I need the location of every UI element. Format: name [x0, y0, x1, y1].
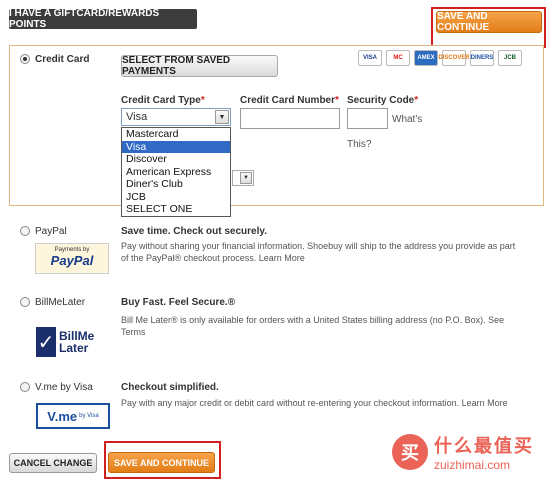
vme-description: Pay with any major credit or debit card …	[121, 398, 508, 408]
checkmark-icon: ✓	[36, 327, 56, 357]
expiration-select[interactable]: ▼	[232, 170, 254, 186]
card-number-label: Credit Card Number*	[240, 95, 339, 106]
mastercard-icon: MC	[386, 50, 410, 66]
vme-logo: V.me by Visa	[36, 403, 110, 429]
billmelater-description: Bill Me Later® is only available for ord…	[121, 315, 505, 337]
security-code-label: Security Code*	[347, 95, 419, 106]
security-code-input[interactable]	[347, 108, 388, 129]
dropdown-option[interactable]: Diner's Club	[122, 178, 230, 191]
watermark: 买 什么最值买 zuizhimai.com	[392, 432, 534, 472]
credit-card-label: Credit Card	[35, 54, 90, 65]
billmelater-logo: ✓ BillMe Later	[36, 322, 102, 362]
card-type-select[interactable]: Visa ▼	[121, 108, 231, 126]
watermark-badge-icon: 买	[392, 434, 428, 470]
paypal-logo: Payments by PayPal	[35, 243, 109, 274]
credit-card-radio[interactable]	[20, 54, 30, 64]
dropdown-option[interactable]: SELECT ONE	[122, 203, 230, 216]
dropdown-option-selected[interactable]: Visa	[122, 140, 230, 153]
card-type-value: Visa	[126, 111, 148, 123]
billmelater-label: BillMeLater	[35, 297, 86, 308]
vme-radio[interactable]	[20, 382, 30, 392]
diners-club-icon: DINERS	[470, 50, 494, 66]
select-saved-payments-button[interactable]: SELECT FROM SAVED PAYMENTS	[121, 55, 278, 77]
visa-icon: VISA	[358, 50, 382, 66]
dropdown-option[interactable]: Discover	[122, 153, 230, 166]
cancel-change-button[interactable]: CANCEL CHANGE	[9, 453, 97, 473]
chevron-down-icon[interactable]: ▼	[240, 172, 252, 184]
whats-this-link-2[interactable]: This?	[347, 139, 371, 150]
save-and-continue-button-bottom[interactable]: SAVE AND CONTINUE	[108, 452, 215, 473]
paypal-title: Save time. Check out securely.	[121, 226, 267, 237]
whats-this-link[interactable]: What's	[392, 114, 422, 125]
dropdown-option[interactable]: JCB	[122, 191, 230, 204]
amex-icon: AMEX	[414, 50, 438, 66]
giftcard-rewards-button[interactable]: I HAVE A GIFTCARD/REWARDS POINTS	[9, 8, 197, 30]
vme-logo-sub: by Visa	[79, 413, 99, 419]
dropdown-option[interactable]: Mastercard	[122, 128, 230, 141]
watermark-cn: 什么最值买	[434, 436, 534, 456]
billmelater-radio[interactable]	[20, 297, 30, 307]
chevron-down-icon[interactable]: ▼	[215, 110, 229, 124]
vme-logo-text: V.me	[47, 408, 78, 424]
jcb-icon: JCB	[498, 50, 522, 66]
billmelater-title: Buy Fast. Feel Secure.®	[121, 297, 236, 308]
paypal-description: Pay without sharing your financial infor…	[121, 241, 516, 263]
save-and-continue-button-top[interactable]: SAVE AND CONTINUE	[436, 11, 542, 33]
paypal-label: PayPal	[35, 226, 67, 237]
card-number-input[interactable]	[240, 108, 340, 129]
vme-label: V.me by Visa	[35, 382, 93, 393]
watermark-en: zuizhimai.com	[434, 458, 511, 472]
card-type-dropdown: Mastercard Visa Discover American Expres…	[121, 127, 231, 217]
card-type-label: Credit Card Type*	[121, 95, 205, 106]
card-logos: VISA MC AMEX DISCOVER DINERS JCB	[358, 50, 522, 66]
discover-icon: DISCOVER	[438, 50, 470, 66]
paypal-radio[interactable]	[20, 226, 30, 236]
dropdown-option[interactable]: American Express	[122, 166, 230, 179]
vme-title: Checkout simplified.	[121, 382, 219, 393]
paypal-logo-text: PayPal	[50, 253, 94, 268]
billmelater-logo-line2: Later	[59, 341, 89, 355]
